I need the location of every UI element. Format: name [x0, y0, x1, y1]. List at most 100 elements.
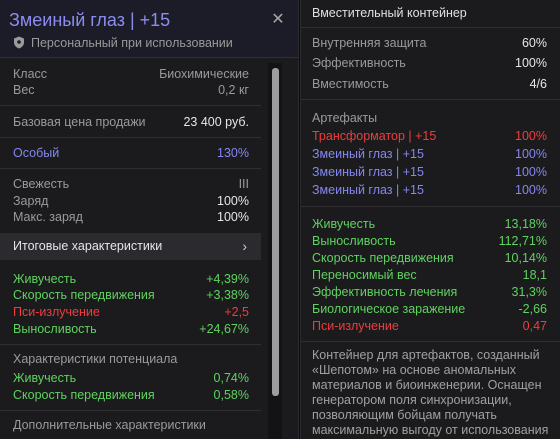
- total-label: Эффективность лечения: [312, 285, 458, 299]
- artifact-value: 100%: [515, 129, 547, 143]
- efficiency-value: 100%: [515, 56, 547, 70]
- price-label: Базовая цена продажи: [13, 115, 146, 129]
- stat-label: Пси-излучение: [13, 305, 100, 319]
- stat-label: Скорость передвижения: [13, 288, 155, 302]
- rarity-row: Особый 130%: [13, 145, 249, 161]
- charge-value: 100%: [217, 194, 249, 208]
- container-description: Контейнер для артефактов, созданный «Шеп…: [312, 348, 549, 439]
- stat-row: Пси-излучение +2,5: [13, 304, 249, 320]
- class-label: Класс: [13, 67, 48, 81]
- total-row: Переносимый вес 18,1: [312, 267, 547, 283]
- price-row: Базовая цена продажи 23 400 руб.: [13, 114, 249, 130]
- divider: [0, 344, 261, 345]
- freshness-row: Свежесть III: [13, 176, 249, 192]
- item-title: Змеиный глаз | +15: [9, 10, 171, 30]
- divider: [301, 206, 560, 207]
- max-charge-row: Макс. заряд 100%: [13, 209, 249, 225]
- charge-row: Заряд 100%: [13, 193, 249, 209]
- item-details: Класс Биохимические Вес 0,2 кг Базовая ц…: [0, 57, 261, 439]
- divider: [0, 137, 261, 138]
- divider: [301, 99, 560, 100]
- binding-status: Персональный при использовании: [13, 36, 233, 50]
- artifact-value: 100%: [515, 147, 547, 161]
- artifact-row[interactable]: Змеиный глаз | +15 100%: [312, 164, 547, 180]
- stat-value: +3,38%: [206, 288, 249, 302]
- total-label: Живучесть: [312, 217, 376, 231]
- total-value: 18,1: [522, 268, 547, 282]
- binding-text: Персональный при использовании: [31, 36, 233, 50]
- artifact-value: 100%: [515, 183, 547, 197]
- artifact-row[interactable]: Змеиный глаз | +15 100%: [312, 182, 547, 198]
- total-value: -2,66: [518, 302, 548, 316]
- potential-value: 0,74%: [213, 371, 249, 385]
- artifact-name: Змеиный глаз | +15: [312, 183, 424, 197]
- charge-label: Заряд: [13, 194, 49, 208]
- weight-row: Вес 0,2 кг: [13, 82, 249, 98]
- protection-label: Внутренняя защита: [312, 36, 427, 50]
- artifacts-title: Артефакты: [312, 111, 378, 125]
- protection-value: 60%: [521, 36, 547, 50]
- divider: [0, 168, 261, 169]
- total-value: 112,71%: [498, 234, 547, 248]
- artifact-row[interactable]: Трансформатор | +15 100%: [312, 128, 547, 144]
- container-tooltip-panel: Вместительный контейнер Внутренняя защит…: [300, 0, 560, 439]
- artifact-name: Змеиный глаз | +15: [312, 165, 424, 179]
- potential-title: Характеристики потенциала: [13, 352, 178, 366]
- total-label: Биологическое заражение: [312, 302, 466, 316]
- artifact-name: Змеиный глаз | +15: [312, 147, 424, 161]
- summary-label: Итоговые характеристики: [13, 239, 163, 253]
- total-value: 0,47: [522, 319, 547, 333]
- container-title: Вместительный контейнер: [312, 6, 467, 20]
- freshness-value: III: [238, 177, 249, 191]
- scrollbar-thumb[interactable]: [272, 68, 279, 396]
- total-value: 13,18%: [504, 217, 547, 231]
- stat-value: +24,67%: [199, 322, 249, 336]
- max-charge-value: 100%: [217, 210, 249, 224]
- max-charge-label: Макс. заряд: [13, 210, 83, 224]
- rarity-label: Особый: [13, 146, 60, 160]
- divider: [0, 410, 261, 411]
- artifact-name: Трансформатор | +15: [312, 129, 437, 143]
- total-row: Биологическое заражение -2,66: [312, 301, 547, 317]
- capacity-row: Вместимость 4/6: [312, 76, 547, 92]
- freshness-label: Свежесть: [13, 177, 70, 191]
- stat-row: Выносливость +24,67%: [13, 321, 249, 337]
- potential-label: Живучесть: [13, 371, 77, 385]
- item-tooltip-panel: Змеиный глаз | +15 ✕ Персональный при ис…: [0, 0, 299, 439]
- stat-label: Выносливость: [13, 322, 97, 336]
- efficiency-label: Эффективность: [312, 56, 406, 70]
- shield-icon: [14, 36, 24, 49]
- divider: [0, 105, 261, 106]
- efficiency-row: Эффективность 100%: [312, 55, 547, 71]
- item-header: Змеиный глаз | +15 ✕ Персональный при ис…: [0, 0, 298, 58]
- class-value: Биохимические: [159, 67, 249, 81]
- divider: [301, 341, 560, 342]
- extra-title: Дополнительные характеристики: [13, 418, 206, 432]
- total-value: 10,14%: [504, 251, 547, 265]
- stat-row: Скорость передвижения +3,38%: [13, 287, 249, 303]
- total-value: 31,3%: [511, 285, 547, 299]
- stat-row: Живучесть +4,39%: [13, 271, 249, 287]
- total-row: Скорость передвижения 10,14%: [312, 250, 547, 266]
- close-icon[interactable]: ✕: [270, 12, 286, 28]
- protection-row: Внутренняя защита 60%: [312, 35, 547, 51]
- potential-value: 0,58%: [213, 388, 249, 402]
- total-label: Скорость передвижения: [312, 251, 454, 265]
- capacity-label: Вместимость: [312, 77, 389, 91]
- total-label: Пси-излучение: [312, 319, 399, 333]
- rarity-value: 130%: [217, 146, 249, 160]
- stat-label: Живучесть: [13, 272, 77, 286]
- total-row: Эффективность лечения 31,3%: [312, 284, 547, 300]
- price-value: 23 400 руб.: [183, 115, 249, 129]
- capacity-value: 4/6: [529, 77, 547, 91]
- class-row: Класс Биохимические: [13, 66, 249, 82]
- potential-label: Скорость передвижения: [13, 388, 155, 402]
- summary-characteristics-button[interactable]: Итоговые характеристики ›: [0, 233, 261, 260]
- chevron-right-icon: ›: [242, 238, 247, 254]
- total-row: Живучесть 13,18%: [312, 216, 547, 232]
- total-label: Переносимый вес: [312, 268, 417, 282]
- weight-value: 0,2 кг: [218, 83, 249, 97]
- artifact-row[interactable]: Змеиный глаз | +15 100%: [312, 146, 547, 162]
- weight-label: Вес: [13, 83, 35, 97]
- stat-value: +2,5: [224, 305, 249, 319]
